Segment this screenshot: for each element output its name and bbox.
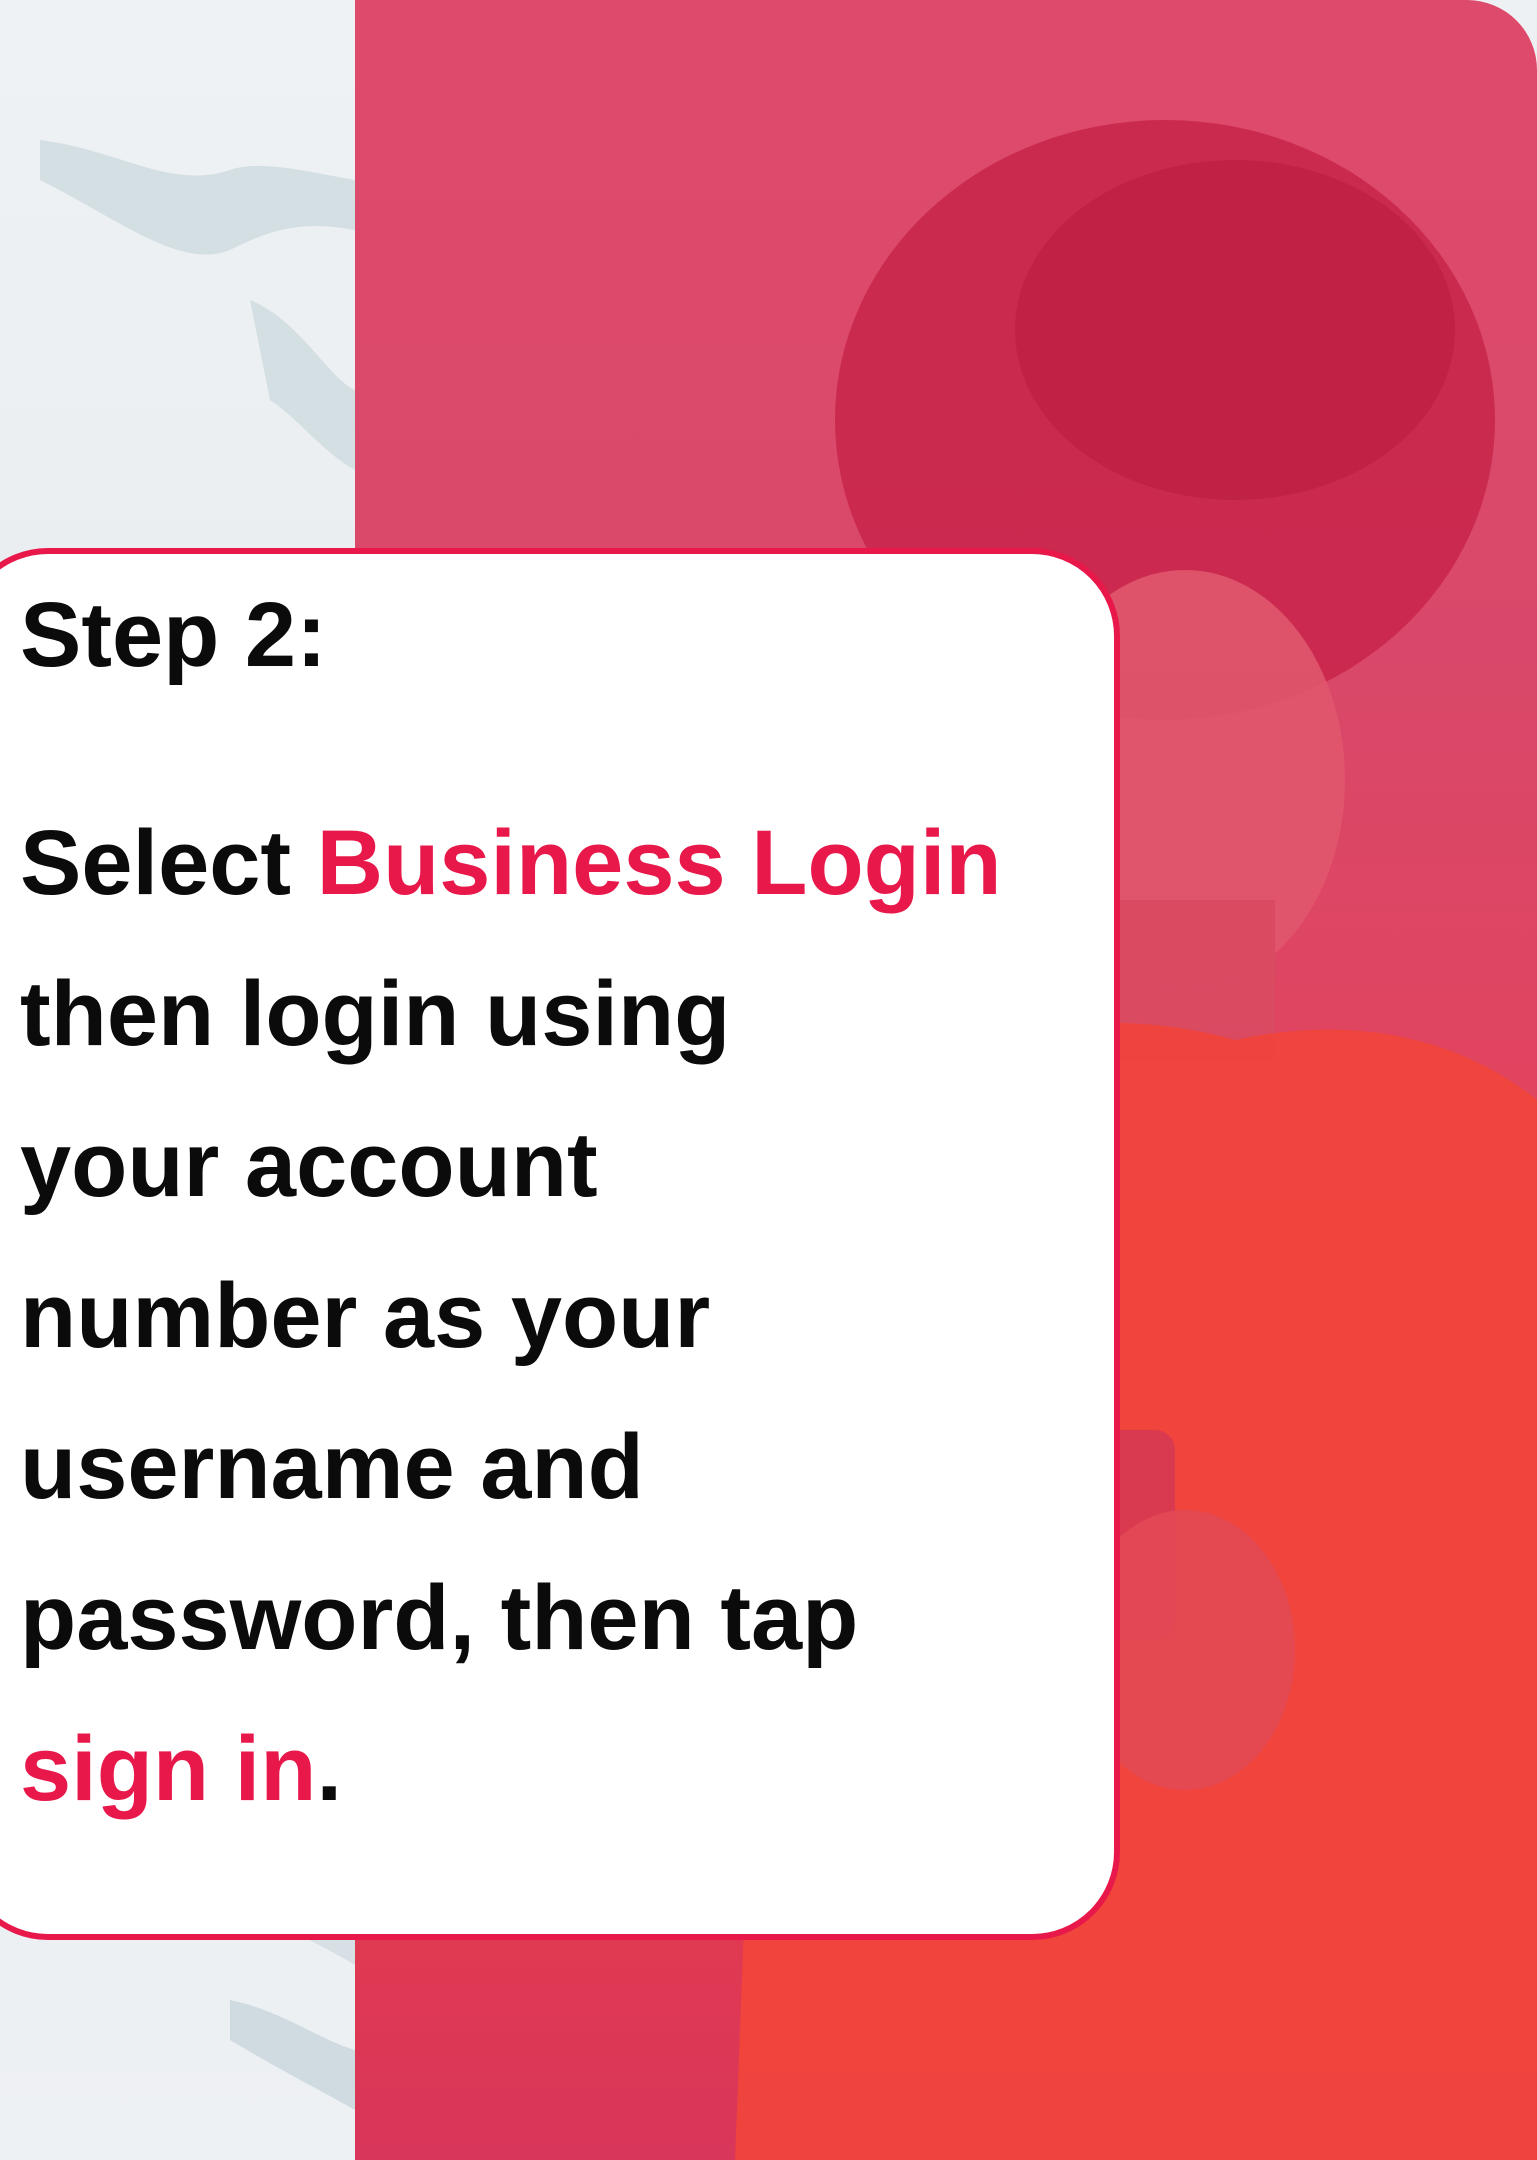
- instructions-end: .: [316, 1718, 343, 1820]
- sign-in-highlight: sign in: [20, 1718, 317, 1820]
- instructions-line2: then login using: [20, 963, 731, 1065]
- step-card-content: Step 2: Select Business Login then login …: [20, 580, 1100, 1845]
- instructions-line5: username and: [20, 1416, 644, 1518]
- instructions-line6: password, then tap: [20, 1567, 859, 1669]
- instructions-line3: your account: [20, 1114, 598, 1216]
- business-login-highlight: Business Login: [316, 812, 1002, 914]
- page: Step 2: Select Business Login then login …: [0, 0, 1537, 2160]
- instructions-part1: Select: [20, 812, 317, 914]
- instructions-text: Select Business Login then login using you…: [20, 788, 1100, 1845]
- step-title: Step 2:: [20, 584, 327, 686]
- instructions-line4: number as your: [20, 1265, 711, 1367]
